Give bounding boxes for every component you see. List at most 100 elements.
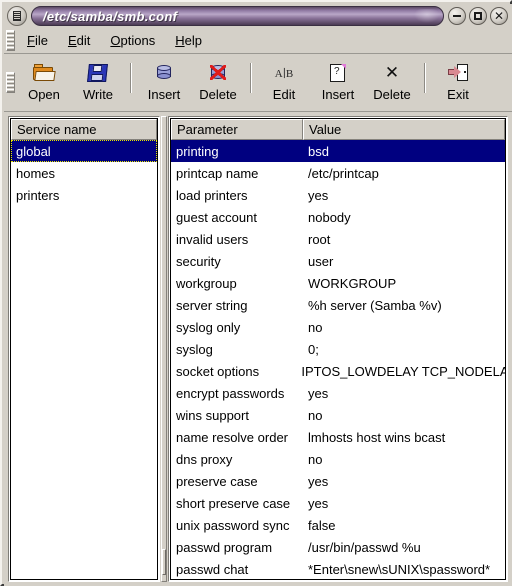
parameter-table-rows[interactable]: printing bsd printcap name/etc/printcap loa…: [171, 140, 505, 579]
parameter-table-row[interactable]: short preserve case yes: [171, 492, 505, 514]
menu-edit[interactable]: Edit: [59, 31, 99, 50]
menu-help[interactable]: Help: [166, 31, 211, 50]
toolbar-insert-param-button[interactable]: ? Insert: [311, 57, 365, 102]
toolbar-exit-button[interactable]: Exit: [431, 57, 485, 102]
menubar-drag-grip[interactable]: [6, 30, 15, 51]
parameter-table-row[interactable]: syslog 0;: [171, 338, 505, 360]
menu-items: File Edit Options Help: [17, 31, 212, 50]
parameter-name-cell: server string: [176, 297, 248, 313]
parameter-column-header[interactable]: Parameter: [171, 119, 303, 140]
parameter-table-row[interactable]: printcap name/etc/printcap: [171, 162, 505, 184]
minimize-button[interactable]: [448, 7, 466, 25]
document-menu-icon[interactable]: [7, 6, 27, 26]
toolbar-insert-service-button[interactable]: Insert: [137, 57, 191, 102]
parameter-table-header-row: Parameter Value: [171, 119, 505, 140]
folder-open-icon: [33, 60, 56, 86]
parameter-table-row[interactable]: invalid users root: [171, 228, 505, 250]
parameter-table-row[interactable]: wins support no: [171, 404, 505, 426]
service-list-header-row: Service name: [11, 119, 157, 140]
parameter-table-row[interactable]: passwd program/usr/bin/passwd %u: [171, 536, 505, 558]
close-button[interactable]: ✕: [490, 7, 508, 25]
toolbar-delete-param-button[interactable]: ✕ Delete: [365, 57, 419, 102]
parameter-table-row[interactable]: encrypt passwords yes: [171, 382, 505, 404]
parameter-value-cell: /etc/printcap: [308, 165, 379, 181]
parameter-name-cell: invalid users: [176, 231, 249, 247]
parameter-table-row[interactable]: load printers yes: [171, 184, 505, 206]
toolbar-write-label: Write: [82, 87, 114, 102]
page-question-insert-icon: ?: [330, 60, 346, 86]
cylinder-insert-icon: [157, 60, 171, 86]
parameter-name-cell: workgroup: [176, 275, 237, 291]
parameter-table-row[interactable]: security user: [171, 250, 505, 272]
exit-door-arrow-icon: [448, 60, 468, 86]
parameter-name-cell: unix password sync: [176, 517, 290, 533]
parameter-table-row[interactable]: dns proxy no: [171, 448, 505, 470]
parameter-table-row[interactable]: syslog only no: [171, 316, 505, 338]
parameter-table-row[interactable]: printing bsd: [171, 140, 505, 162]
parameter-table-row[interactable]: passwd chat *Enter\snew\sUNIX\spassword*: [171, 558, 505, 579]
parameter-value-cell: IPTOS_LOWDELAY TCP_NODELAY: [301, 363, 505, 379]
parameter-table-row[interactable]: workgroup WORKGROUP: [171, 272, 505, 294]
application-window: /etc/samba/smb.conf ✕ File Edit Options …: [0, 0, 512, 586]
floppy-disk-save-icon: [86, 60, 109, 86]
toolbar-open-button[interactable]: Open: [17, 57, 71, 102]
parameter-name-cell: guest account: [176, 209, 257, 225]
parameter-value-cell: yes: [308, 187, 329, 203]
minimize-icon: [453, 15, 461, 17]
service-list-item[interactable]: homes: [11, 162, 157, 184]
parameter-value-cell: yes: [308, 385, 329, 401]
parameter-table-row[interactable]: preserve case yes: [171, 470, 505, 492]
value-column-header[interactable]: Value: [303, 119, 505, 140]
toolbar-write-button[interactable]: Write: [71, 57, 125, 102]
parameter-value-cell: lmhosts host wins bcast: [308, 429, 446, 445]
menu-bar: File Edit Options Help: [4, 28, 512, 54]
parameter-value-cell: false: [308, 517, 336, 533]
parameter-table-row[interactable]: guest account nobody: [171, 206, 505, 228]
toolbar-open-label: Open: [28, 87, 60, 102]
toolbar: Open Write Insert Delete A∣B Edit ? Inse…: [4, 54, 512, 112]
maximize-button[interactable]: [469, 7, 487, 25]
parameter-value-cell: no: [308, 319, 323, 335]
service-name-column-header[interactable]: Service name: [11, 119, 157, 140]
pane-splitter[interactable]: [161, 116, 167, 582]
toolbar-exit-label: Exit: [447, 87, 469, 102]
parameter-value-cell: *Enter\snew\sUNIX\spassword*: [308, 561, 491, 577]
parameter-name-cell: passwd chat: [176, 561, 249, 577]
parameter-name-cell: name resolve order: [176, 429, 288, 445]
parameter-table-row[interactable]: name resolve order lmhosts host wins bcas…: [171, 426, 505, 448]
parameter-name-cell: security: [176, 253, 221, 269]
client-area: Service name global homes printers Paramet…: [4, 112, 512, 586]
toolbar-insert-param-label: Insert: [321, 87, 355, 102]
parameter-value-cell: user: [308, 253, 334, 269]
menu-file[interactable]: File: [18, 31, 57, 50]
splitter-handle[interactable]: [162, 549, 166, 575]
parameter-table-row[interactable]: unix password sync false: [171, 514, 505, 536]
title-bar-strip[interactable]: /etc/samba/smb.conf: [31, 6, 444, 26]
menu-options[interactable]: Options: [101, 31, 164, 50]
service-name-cell: homes: [16, 165, 56, 181]
parameter-value-cell: nobody: [308, 209, 351, 225]
parameter-name-cell: dns proxy: [176, 451, 233, 467]
parameter-table-row[interactable]: socket options IPTOS_LOWDELAY TCP_NODELAY: [171, 360, 505, 382]
parameter-name-cell: encrypt passwords: [176, 385, 285, 401]
parameter-name-cell: printcap name: [176, 165, 259, 181]
parameter-table-row[interactable]: server string %h server (Samba %v): [171, 294, 505, 316]
toolbar-drag-grip[interactable]: [6, 72, 15, 93]
service-list-rows[interactable]: global homes printers: [11, 140, 157, 579]
service-list-pane: Service name global homes printers: [8, 116, 160, 582]
maximize-icon: [474, 12, 482, 20]
toolbar-separator-2: [250, 63, 252, 93]
parameter-value-cell: yes: [308, 473, 329, 489]
parameter-name-cell: wins support: [176, 407, 249, 423]
document-glyph: [13, 11, 21, 21]
window-title: /etc/samba/smb.conf: [43, 8, 178, 24]
service-list-item[interactable]: printers: [11, 184, 157, 206]
toolbar-edit-param-button[interactable]: A∣B Edit: [257, 57, 311, 103]
parameter-name-cell: short preserve case: [176, 495, 291, 511]
service-list-item[interactable]: global: [11, 140, 157, 162]
toolbar-insert-service-label: Insert: [147, 87, 181, 102]
parameter-name-cell: socket options: [176, 363, 260, 379]
toolbar-delete-service-button[interactable]: Delete: [191, 57, 245, 102]
toolbar-edit-param-label: Edit: [272, 87, 296, 102]
ab-text-edit-icon: A∣B: [274, 67, 294, 80]
